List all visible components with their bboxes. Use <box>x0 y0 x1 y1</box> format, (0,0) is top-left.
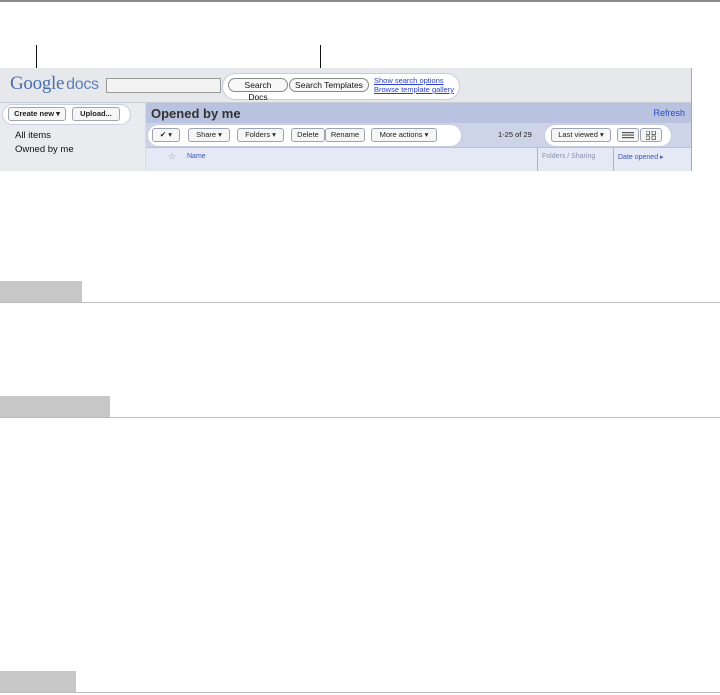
logo-google: Google <box>10 73 65 94</box>
upload-button[interactable]: Upload... <box>72 107 120 121</box>
section-header-bar-1 <box>0 281 82 302</box>
sort-dropdown[interactable]: Last viewed ▾ <box>551 128 611 142</box>
folders-button[interactable]: Folders ▾ <box>237 128 284 142</box>
sidebar-item-owned-by-me[interactable]: Owned by me <box>15 144 74 155</box>
list-view-icon[interactable] <box>617 128 639 142</box>
more-actions-button[interactable]: More actions ▾ <box>371 128 437 142</box>
rename-button[interactable]: Rename <box>325 128 365 142</box>
browse-template-gallery-link[interactable]: Browse template gallery <box>374 85 454 94</box>
column-divider <box>537 148 538 171</box>
page-title: Opened by me <box>151 106 241 121</box>
column-name[interactable]: Name <box>187 153 206 160</box>
share-button[interactable]: Share ▾ <box>188 128 230 142</box>
sidebar-item-all-items[interactable]: All items <box>15 130 51 141</box>
google-docs-logo: Google docs <box>10 73 99 95</box>
search-docs-button[interactable]: Search Docs <box>228 78 288 102</box>
section-rule-3 <box>0 692 720 693</box>
show-search-options-link[interactable]: Show search options <box>374 76 444 85</box>
file-list-header: ☆ Name Folders / Sharing Date opened ▸ <box>146 147 691 171</box>
search-input[interactable] <box>106 78 221 93</box>
main-pane: Opened by me Refresh ✔ ▾ Share ▾ Folders… <box>146 103 691 171</box>
grid-view-icon[interactable] <box>640 128 662 142</box>
main-title-bar: Opened by me Refresh <box>146 103 691 123</box>
section-header-bar-3 <box>0 671 76 692</box>
logo-docs: docs <box>66 76 99 93</box>
star-icon[interactable]: ☆ <box>168 151 176 162</box>
app-header: Google docs Search Docs Search Templates … <box>0 68 691 103</box>
section-header-bar-2 <box>0 396 110 417</box>
column-folders-sharing[interactable]: Folders / Sharing <box>542 153 595 160</box>
top-rule <box>0 0 720 2</box>
google-docs-screenshot: Google docs Search Docs Search Templates … <box>0 68 692 171</box>
search-templates-button[interactable]: Search Templates <box>289 78 369 92</box>
refresh-link[interactable]: Refresh <box>653 108 685 118</box>
section-rule-1 <box>0 302 720 303</box>
column-date-opened[interactable]: Date opened ▸ <box>618 153 664 161</box>
select-dropdown[interactable]: ✔ ▾ <box>152 128 180 142</box>
pagination-text: 1-25 of 29 <box>498 130 532 139</box>
section-rule-2 <box>0 417 720 418</box>
sidebar: Create new ▾ Upload... All items Owned b… <box>0 103 145 171</box>
create-new-button[interactable]: Create new ▾ <box>8 107 66 121</box>
delete-button[interactable]: Delete <box>291 128 325 142</box>
column-divider <box>613 148 614 171</box>
